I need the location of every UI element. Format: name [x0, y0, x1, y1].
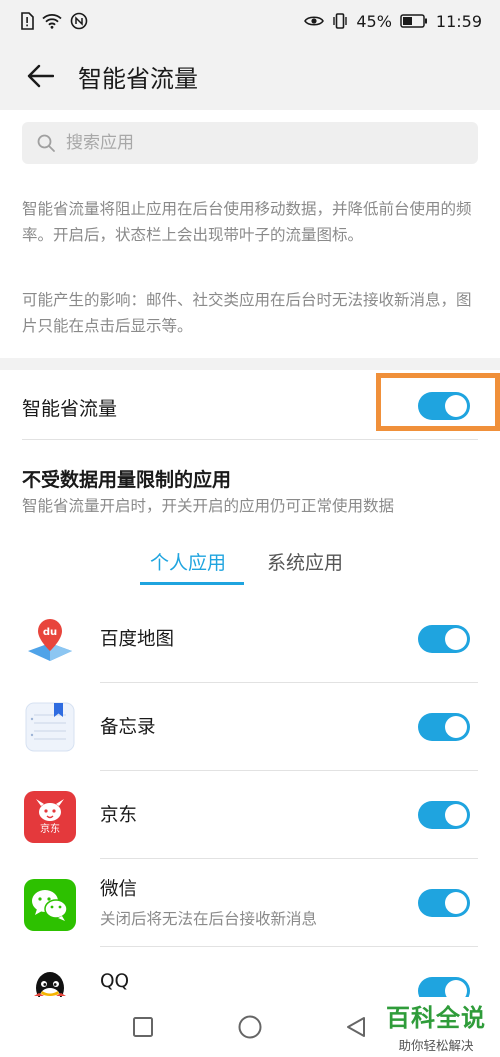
- highlight-box: [376, 373, 500, 431]
- baidu-map-icon: du: [24, 615, 76, 667]
- toggle-knob: [445, 892, 467, 914]
- app-name: 京东: [100, 805, 138, 826]
- back-arrow-icon: [27, 64, 54, 88]
- app-toggle-wechat[interactable]: [418, 889, 470, 917]
- app-row-jd: 京东 京东: [0, 771, 500, 859]
- divider: [22, 439, 478, 440]
- title-bar: 智能省流量: [0, 42, 500, 110]
- vibrate-icon: [332, 12, 348, 30]
- description-text: 智能省流量将阻止应用在后台使用移动数据，并降低前台使用的频率。开启后，状态栏上会…: [22, 200, 472, 244]
- app-toggle-jd[interactable]: [418, 801, 470, 829]
- sim-alert-icon: [20, 12, 34, 30]
- tab-personal-apps[interactable]: 个人应用: [150, 548, 226, 575]
- svg-text:du: du: [43, 627, 57, 638]
- search-input[interactable]: [66, 133, 446, 153]
- search-icon: [37, 134, 55, 152]
- toggle-knob: [445, 980, 467, 997]
- jd-icon-text: 京东: [40, 824, 60, 835]
- jd-icon: 京东: [24, 791, 76, 843]
- impact-text: 可能产生的影响：邮件、社交类应用在后台时无法接收新消息，图片只能在点击后显示等。: [22, 291, 472, 335]
- back-button[interactable]: [22, 58, 58, 94]
- app-name: 百度地图: [100, 629, 175, 650]
- section-gap: [0, 358, 500, 370]
- page-title: 智能省流量: [78, 64, 198, 93]
- battery-icon: [400, 14, 428, 28]
- wechat-icon: [24, 879, 76, 931]
- app-name: QQ: [100, 971, 130, 992]
- battery-percent: 45%: [356, 11, 392, 31]
- app-name: 微信: [100, 879, 138, 900]
- app-toggle-baidu-map[interactable]: [418, 625, 470, 653]
- toggle-knob: [445, 716, 467, 738]
- square-icon: [133, 1017, 153, 1037]
- unrestricted-apps-subtitle: 智能省流量开启时，开关开启的应用仍可正常使用数据: [22, 497, 395, 515]
- wifi-icon: [42, 13, 62, 29]
- settings-content: 智能省流量将阻止应用在后台使用移动数据，并降低前台使用的频率。开启后，状态栏上会…: [0, 110, 500, 997]
- app-row-qq: QQ: [0, 947, 500, 997]
- circle-icon: [238, 1015, 262, 1039]
- clock: 11:59: [435, 11, 482, 31]
- watermark-subtitle: 助你轻松解决: [398, 1038, 474, 1053]
- toggle-knob: [445, 628, 467, 650]
- app-tabs: 个人应用 系统应用: [0, 542, 500, 586]
- search-bar[interactable]: [22, 122, 478, 164]
- app-note: 关闭后将无法在后台接收新消息: [100, 910, 318, 928]
- triangle-back-icon: [347, 1017, 365, 1037]
- tab-system-apps[interactable]: 系统应用: [267, 548, 343, 575]
- app-toggle-qq[interactable]: [418, 977, 470, 997]
- app-row-baidu-map: du 百度地图: [0, 595, 500, 683]
- app-row-wechat: 微信 关闭后将无法在后台接收新消息: [0, 859, 500, 947]
- unrestricted-apps-title: 不受数据用量限制的应用: [22, 469, 232, 491]
- watermark-logo: 百科全说 助你轻松解决: [378, 998, 494, 1054]
- app-row-notepad: 备忘录: [0, 683, 500, 771]
- status-bar: 45% 11:59: [0, 0, 500, 42]
- eye-comfort-icon: [304, 14, 325, 28]
- app-toggle-notepad[interactable]: [418, 713, 470, 741]
- toggle-knob: [445, 804, 467, 826]
- watermark-title: 百科全说: [386, 1004, 486, 1032]
- data-saver-icon: [70, 12, 88, 30]
- back-nav-button[interactable]: [342, 1013, 370, 1041]
- qq-icon: [24, 965, 76, 997]
- status-right: 45% 11:59: [304, 12, 482, 31]
- status-left: [20, 12, 88, 30]
- active-tab-indicator: [140, 582, 244, 585]
- app-name: 备忘录: [100, 717, 156, 738]
- home-button[interactable]: [236, 1013, 264, 1041]
- recent-apps-button[interactable]: [129, 1013, 157, 1041]
- main-switch-label: 智能省流量: [22, 398, 118, 420]
- notepad-icon: [24, 701, 76, 753]
